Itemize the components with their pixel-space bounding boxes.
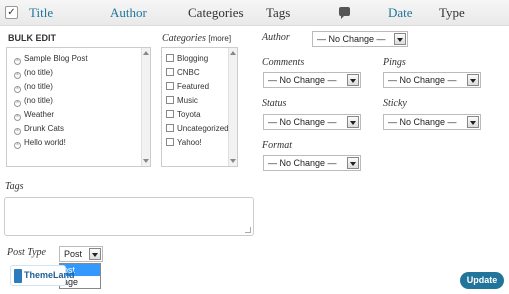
scroll-down-icon[interactable] [143, 159, 149, 163]
author-select[interactable]: — No Change — [312, 31, 408, 47]
tags-textarea[interactable] [4, 197, 254, 236]
category-item[interactable]: Featured [166, 82, 209, 91]
list-item[interactable]: × Sample Blog Post [14, 54, 88, 65]
list-item[interactable]: × (no title) [14, 96, 53, 107]
author-label: Author [262, 32, 290, 43]
checkbox[interactable] [166, 96, 174, 104]
list-item[interactable]: × (no title) [14, 68, 53, 79]
remove-icon[interactable]: × [14, 72, 21, 79]
chevron-down-icon[interactable] [467, 116, 479, 128]
remove-icon[interactable]: × [14, 100, 21, 107]
chevron-down-icon[interactable] [467, 74, 479, 86]
format-label: Format [262, 140, 292, 151]
chevron-down-icon[interactable] [347, 74, 359, 86]
checkbox[interactable] [166, 68, 174, 76]
status-label: Status [262, 98, 287, 109]
comments-select[interactable]: — No Change — [263, 72, 361, 88]
format-select[interactable]: — No Change — [263, 155, 361, 171]
list-item[interactable]: × Drunk Cats [14, 124, 64, 135]
column-date-header[interactable]: Date [388, 5, 413, 21]
checkbox[interactable] [166, 82, 174, 90]
tags-label: Tags [5, 181, 24, 192]
checkbox[interactable] [166, 110, 174, 118]
comments-label: Comments [262, 57, 305, 68]
logo-icon [14, 269, 22, 283]
category-item[interactable]: Blogging [166, 54, 208, 63]
list-item[interactable]: × Weather [14, 110, 54, 121]
column-title-header[interactable]: Title [29, 5, 53, 21]
scroll-up-icon[interactable] [230, 51, 236, 55]
remove-icon[interactable]: × [14, 58, 21, 65]
scroll-up-icon[interactable] [143, 51, 149, 55]
category-item[interactable]: Music [166, 96, 198, 105]
chevron-down-icon[interactable] [89, 248, 101, 260]
checkbox[interactable] [166, 138, 174, 146]
post-list-scrollbar[interactable] [141, 48, 150, 166]
bulk-edit-title: BULK EDIT [8, 33, 56, 43]
column-tags-header: Tags [266, 5, 291, 20]
themeland-logo: ThemeLand [10, 265, 75, 286]
list-item[interactable]: × (no title) [14, 82, 53, 93]
column-author-header[interactable]: Author [110, 5, 147, 21]
categories-scrollbar[interactable] [228, 48, 237, 166]
post-type-select[interactable]: Post [59, 246, 103, 262]
remove-icon[interactable]: × [14, 86, 21, 93]
update-button[interactable]: Update [460, 272, 504, 289]
categories-more-link[interactable]: [more] [208, 34, 231, 43]
sticky-label: Sticky [383, 98, 407, 109]
scroll-down-icon[interactable] [230, 159, 236, 163]
category-item[interactable]: Uncategorized [166, 124, 229, 133]
post-type-label: Post Type [7, 247, 46, 258]
categories-label: Categories [more] [162, 33, 232, 44]
chevron-down-icon[interactable] [347, 157, 359, 169]
list-item[interactable]: × Hello world! [14, 138, 66, 149]
chevron-down-icon[interactable] [347, 116, 359, 128]
list-header-row: ✓ Title Author Categories Tags Date Type [0, 0, 509, 26]
category-item[interactable]: Toyota [166, 110, 201, 119]
category-item[interactable]: Yahoo! [166, 138, 202, 147]
select-all-checkbox[interactable]: ✓ [5, 6, 18, 19]
checkbox[interactable] [166, 124, 174, 132]
categories-checklist[interactable]: Blogging CNBC Featured Music Toyota Unca… [161, 47, 238, 167]
pings-select[interactable]: — No Change — [383, 72, 481, 88]
sticky-select[interactable]: — No Change — [383, 114, 481, 130]
pings-label: Pings [383, 57, 406, 68]
bulk-edit-post-list[interactable]: × Sample Blog Post × (no title) × (no title… [6, 47, 151, 167]
status-select[interactable]: — No Change — [263, 114, 361, 130]
remove-icon[interactable]: × [14, 142, 21, 149]
chevron-down-icon[interactable] [394, 33, 406, 45]
checkbox[interactable] [166, 54, 174, 62]
column-type-header: Type [439, 5, 465, 20]
remove-icon[interactable]: × [14, 114, 21, 121]
category-item[interactable]: CNBC [166, 68, 200, 77]
comments-icon[interactable] [339, 7, 350, 19]
remove-icon[interactable]: × [14, 128, 21, 135]
column-categories-header: Categories [188, 5, 244, 20]
